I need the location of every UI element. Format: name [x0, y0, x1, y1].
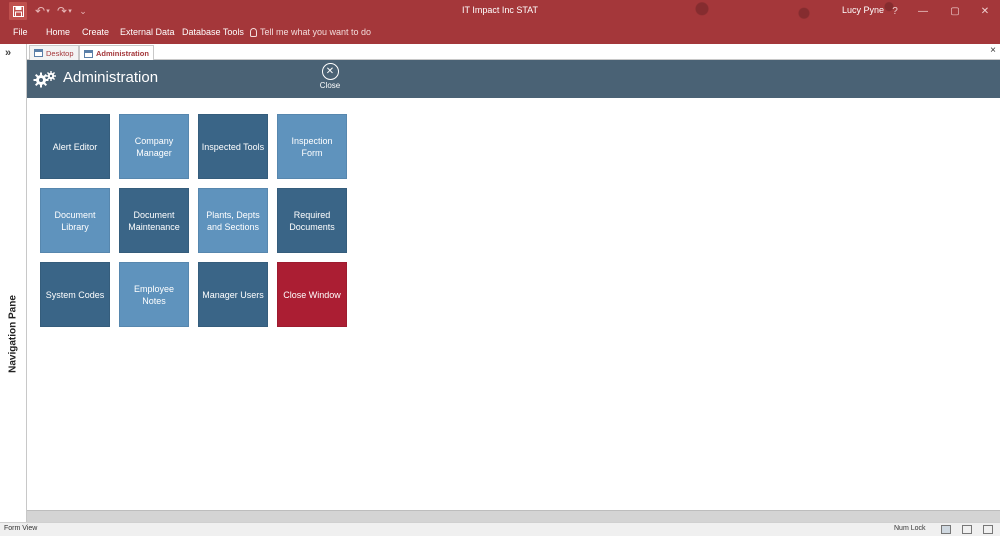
expand-chevron-icon[interactable]: » — [5, 47, 11, 59]
close-window-tile-button[interactable]: Close Window — [277, 262, 347, 327]
navigation-pane-label[interactable]: Navigation Pane — [8, 295, 19, 373]
ribbon-tab-create[interactable]: Create — [82, 27, 109, 37]
close-document-icon[interactable]: × — [990, 45, 996, 56]
page-title: Administration — [63, 69, 159, 86]
tile-label: Document Library — [54, 209, 96, 232]
tab-administration-label: Administration — [96, 49, 149, 58]
minimize-button[interactable]: — — [912, 2, 934, 20]
restore-icon: ▢ — [950, 5, 960, 17]
close-circle-icon: ✕ — [321, 63, 339, 80]
tile-label: Required Documents — [289, 209, 335, 232]
tile-label: Employee Notes — [133, 283, 175, 306]
close-icon: ✕ — [980, 5, 990, 17]
tile-label: Plants, Depts and Sections — [206, 209, 260, 232]
help-button[interactable]: ? — [884, 2, 906, 20]
restore-button[interactable]: ▢ — [944, 2, 966, 20]
tile-label: Inspection Form — [291, 135, 333, 158]
tile-label: Document Maintenance — [128, 209, 180, 232]
document-library-button[interactable]: Document Library — [40, 188, 110, 253]
ribbon-tab-external-data[interactable]: External Data — [120, 27, 175, 37]
title-bar: ↶ ▾ ↷ ▾ ⌄ IT Impact Inc STAT Lucy Pyne ?… — [0, 0, 1000, 22]
form-icon — [84, 49, 93, 58]
required-documents-button[interactable]: Required Documents — [277, 188, 347, 253]
inspection-form-button[interactable]: Inspection Form — [277, 114, 347, 179]
design-view-icon[interactable] — [983, 525, 993, 534]
tile-label: Manager Users — [202, 289, 264, 300]
form-icon — [34, 49, 43, 57]
form-header: Administration ✕ Close — [27, 60, 1000, 98]
form-close-label: Close — [319, 81, 341, 90]
navigation-pane[interactable]: » Navigation Pane — [0, 44, 27, 522]
document-tab-strip: Desktop Administration × — [27, 44, 1000, 61]
tile-label: Inspected Tools — [201, 141, 265, 152]
tell-me-search[interactable]: Tell me what you want to do — [250, 27, 371, 37]
alert-editor-button[interactable]: Alert Editor — [40, 114, 110, 179]
lightbulb-icon — [250, 27, 257, 37]
help-icon: ? — [892, 5, 898, 17]
ribbon-tab-file[interactable]: File — [13, 27, 28, 37]
document-maintenance-button[interactable]: Document Maintenance — [119, 188, 189, 253]
ribbon-tabs: File Home Create External Data Database … — [0, 22, 1000, 44]
plants-depts-sections-button[interactable]: Plants, Depts and Sections — [198, 188, 268, 253]
gears-icon — [33, 71, 56, 88]
tile-label: Company Manager — [134, 135, 174, 158]
tile-label: System Codes — [45, 289, 105, 300]
tab-desktop[interactable]: Desktop — [29, 45, 79, 60]
close-window-button[interactable]: ✕ — [974, 2, 996, 20]
manager-users-button[interactable]: Manager Users — [198, 262, 268, 327]
inspected-tools-button[interactable]: Inspected Tools — [198, 114, 268, 179]
ribbon-tab-home[interactable]: Home — [46, 27, 70, 37]
form-close-button[interactable]: ✕ Close — [317, 63, 343, 90]
system-codes-button[interactable]: System Codes — [40, 262, 110, 327]
form-view-icon[interactable] — [941, 525, 951, 534]
close-icon: ✕ — [325, 65, 335, 77]
layout-view-icon[interactable] — [962, 525, 972, 534]
company-manager-button[interactable]: Company Manager — [119, 114, 189, 179]
tab-administration[interactable]: Administration — [79, 45, 154, 61]
tab-desktop-label: Desktop — [46, 48, 74, 58]
signed-in-user[interactable]: Lucy Pyne — [842, 5, 884, 15]
minimize-icon: — — [918, 5, 928, 17]
ribbon-tab-database-tools[interactable]: Database Tools — [182, 27, 244, 37]
tile-label: Alert Editor — [52, 141, 98, 152]
status-bar: Form View Num Lock — [0, 522, 1000, 536]
view-mode-status: Form View — [4, 525, 38, 532]
num-lock-indicator: Num Lock — [894, 525, 926, 532]
tell-me-placeholder: Tell me what you want to do — [260, 27, 372, 37]
horizontal-scrollbar[interactable] — [27, 510, 1000, 522]
tile-label: Close Window — [283, 289, 341, 300]
employee-notes-button[interactable]: Employee Notes — [119, 262, 189, 327]
